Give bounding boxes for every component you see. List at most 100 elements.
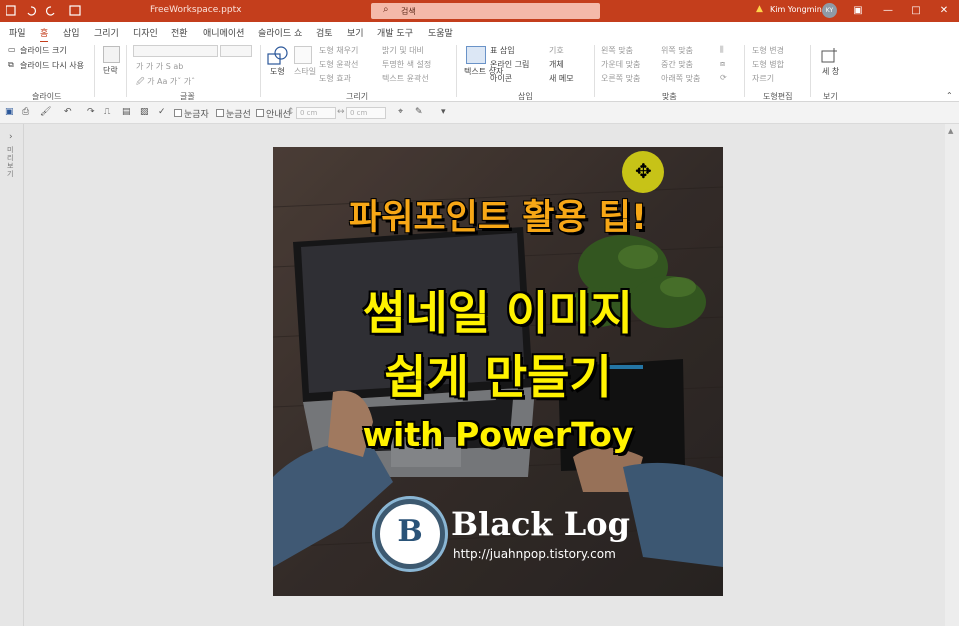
tab-insert[interactable]: 삽입 [63, 26, 80, 39]
align-center-button[interactable]: 가운데 맞춤 [601, 59, 640, 70]
quick-styles-button[interactable]: 스타일 [294, 66, 316, 77]
tab-design[interactable]: 디자인 [133, 26, 158, 39]
warning-icon[interactable]: ▲ [756, 4, 763, 14]
shape-outline-icon[interactable]: ⌖ [398, 107, 403, 117]
paragraph-icon[interactable] [103, 46, 120, 63]
height-input[interactable]: 0 cm [296, 107, 336, 119]
ruler-checkbox[interactable] [174, 109, 182, 117]
tab-review[interactable]: 검토 [316, 26, 333, 39]
align-middle-button[interactable]: 중간 맞춤 [661, 59, 693, 70]
font-name-combo[interactable] [133, 45, 218, 57]
font-color-buttons[interactable]: 🖉 가 Aa 가ˇ 가ˆ [136, 76, 195, 90]
undo-icon[interactable]: ↶ [64, 107, 72, 117]
tab-file[interactable]: 파일 [9, 26, 26, 39]
align-top-button[interactable]: 위쪽 맞춤 [661, 45, 693, 56]
font-size-combo[interactable] [220, 45, 252, 57]
print-icon[interactable]: ⎍ [104, 107, 110, 117]
merge-shapes-button[interactable]: 도형 병합 [752, 59, 784, 70]
thumbnail-pane-label[interactable]: 미리 보기 [7, 146, 17, 178]
tab-view[interactable]: 보기 [347, 26, 364, 39]
maximize-button[interactable]: □ [901, 0, 931, 22]
new-window-icon[interactable] [820, 46, 840, 64]
ribbon: ▭ 슬라이드 크기 ⧉ 슬라이드 다시 사용 슬라이드 단락 가 가 가 S a… [0, 42, 959, 102]
edit-shape-icon[interactable]: ✎ [415, 107, 423, 117]
save-icon[interactable] [6, 5, 16, 16]
shape-fill-button[interactable]: 도형 채우기 [319, 45, 358, 56]
slide-title-tip[interactable]: 파워포인트 활용 팁! [273, 189, 723, 240]
text-outline-button[interactable]: 텍스트 윤곽선 [382, 73, 429, 84]
slide-size-button[interactable]: 슬라이드 크기 [20, 45, 67, 56]
search-icon: ⌕ [383, 4, 389, 15]
icons-button[interactable]: 아이콘 [490, 73, 512, 84]
picture-icon[interactable]: ▨ [140, 107, 149, 117]
spell-check-icon[interactable]: ✓ [158, 107, 166, 117]
height-icon: ↕ [287, 107, 295, 117]
undo-icon[interactable] [27, 6, 37, 16]
distribute-icon[interactable]: ⫼ [720, 45, 724, 55]
shapes-icon[interactable] [266, 46, 290, 66]
insert-table-button[interactable]: 표 삽입 [490, 45, 515, 56]
width-input[interactable]: 0 cm [346, 107, 386, 119]
customize-qat-icon[interactable]: ▾ [441, 107, 446, 117]
shape-effects-button[interactable]: 도형 효과 [319, 73, 351, 84]
slide-title-line2[interactable]: 썸네일 이미지 [273, 277, 723, 343]
brightness-button[interactable]: 밝기 및 대비 [382, 45, 424, 56]
tab-help[interactable]: 도움말 [428, 26, 453, 39]
tab-draw[interactable]: 그리기 [94, 26, 119, 39]
thumbnail-pane: › 미리 보기 [0, 124, 24, 626]
search-placeholder: 검색 [401, 7, 416, 16]
object-button[interactable]: 개체 [549, 59, 564, 70]
user-name[interactable]: Kim Yongmin [770, 5, 822, 14]
redo-icon[interactable] [45, 6, 55, 16]
quick-styles-icon[interactable] [294, 46, 312, 64]
file-name: FreeWorkspace.pptx [150, 5, 242, 15]
preview-icon[interactable]: ▤ [122, 107, 131, 117]
brand-name[interactable]: Black Log [451, 505, 630, 543]
paragraph-button[interactable]: 단락 [103, 65, 118, 76]
align-right-button[interactable]: 오른쪽 맞춤 [601, 73, 640, 84]
align-bottom-button[interactable]: 아래쪽 맞춤 [661, 73, 700, 84]
align-left-button[interactable]: 왼쪽 맞춤 [601, 45, 633, 56]
minimize-button[interactable]: — [873, 0, 903, 22]
slide-title-line4[interactable]: with PowerToy [273, 415, 723, 454]
tab-slideshow[interactable]: 슬라이드 쇼 [258, 26, 302, 39]
slide-canvas[interactable]: ✥ 파워포인트 활용 팁! 썸네일 이미지 쉽게 만들기 with PowerT… [273, 147, 723, 596]
gridlines-checkbox[interactable] [216, 109, 224, 117]
close-button[interactable]: ✕ [929, 0, 959, 22]
search-box[interactable]: ⌕ 검색 [371, 3, 600, 19]
scroll-up-icon[interactable]: ▲ [948, 127, 953, 135]
group-separator [260, 45, 261, 97]
blog-logo[interactable]: B [375, 499, 445, 569]
tab-home[interactable]: 홈 [40, 26, 49, 43]
guides-checkbox[interactable] [256, 109, 264, 117]
save-as-icon[interactable]: ⎙ [22, 107, 29, 117]
new-comment-button[interactable]: 새 메모 [549, 73, 574, 84]
crop-button[interactable]: 자르기 [752, 73, 774, 84]
symbol-button[interactable]: 기호 [549, 45, 564, 56]
shapes-button[interactable]: 도형 [270, 66, 285, 77]
save-icon[interactable]: ▣ [5, 107, 14, 117]
tab-developer[interactable]: 개발 도구 [377, 26, 413, 39]
online-pictures-button[interactable]: 온라인 그림 [490, 59, 529, 70]
ribbon-display-icon[interactable]: ▣ [843, 0, 873, 22]
textbox-icon[interactable] [466, 46, 486, 64]
expand-thumbnails-icon[interactable]: › [9, 132, 13, 142]
collapse-ribbon-icon[interactable]: ⌃ [946, 91, 953, 100]
reuse-slides-button[interactable]: 슬라이드 다시 사용 [20, 60, 84, 71]
change-shape-button[interactable]: 도형 변경 [752, 45, 784, 56]
vertical-scrollbar[interactable]: ▲ [945, 124, 959, 626]
tab-animations[interactable]: 애니메이션 [203, 26, 244, 39]
present-icon[interactable] [69, 5, 81, 16]
avatar[interactable]: KY [822, 3, 837, 18]
shape-outline-button[interactable]: 도형 윤곽선 [319, 59, 358, 70]
format-painter-icon[interactable]: 🖌 [40, 107, 51, 117]
group-icon[interactable]: ⧈ [720, 59, 725, 69]
redo-icon[interactable]: ↷ [87, 107, 95, 117]
blog-url[interactable]: http://juahnpop.tistory.com [453, 547, 616, 561]
slide-title-line3[interactable]: 쉽게 만들기 [273, 341, 723, 407]
transparent-color-button[interactable]: 투명한 색 설정 [382, 59, 431, 70]
tab-transitions[interactable]: 전환 [171, 26, 188, 39]
rotate-icon[interactable]: ⟳ [720, 73, 727, 82]
new-window-button[interactable]: 세 창 [822, 66, 839, 77]
font-format-buttons[interactable]: 가 가 가 S ab [136, 61, 183, 72]
